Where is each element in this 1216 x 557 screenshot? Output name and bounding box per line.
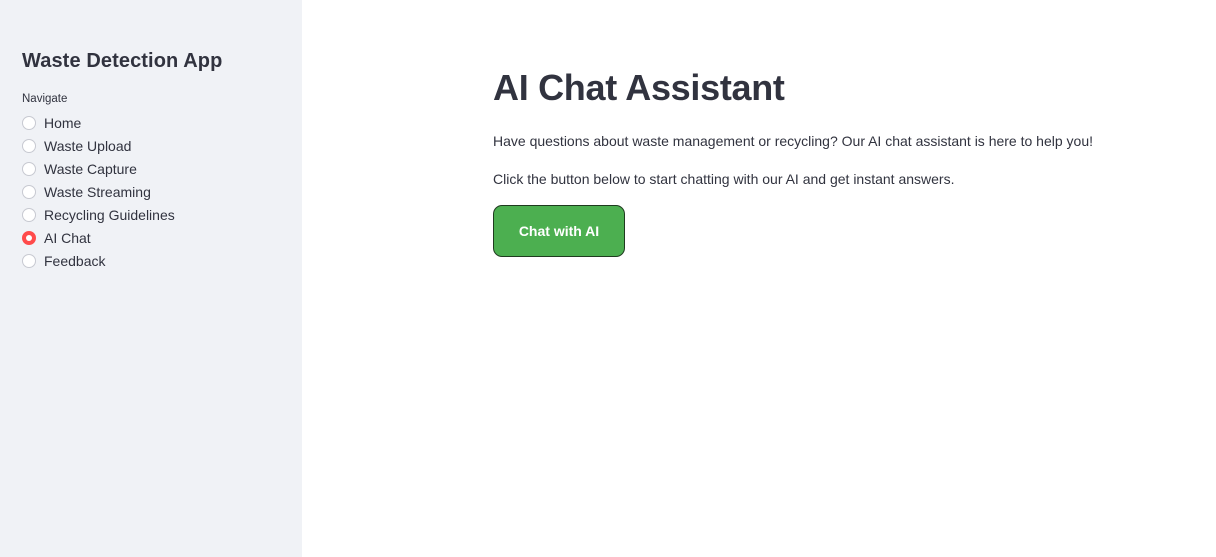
sidebar-title: Waste Detection App <box>22 50 223 72</box>
nav-item-label: Home <box>44 114 82 131</box>
nav-item-label: Waste Upload <box>44 137 132 154</box>
content-block: AI Chat Assistant Have questions about w… <box>493 66 1133 258</box>
nav-item-waste-upload[interactable]: Waste Upload <box>22 134 280 157</box>
radio-button-icon[interactable] <box>22 138 36 153</box>
radio-button-icon[interactable] <box>22 253 36 268</box>
nav-item-label: Feedback <box>44 252 106 269</box>
nav-item-label: Waste Capture <box>44 160 137 177</box>
sidebar: Waste Detection App Navigate Home Waste … <box>0 0 302 557</box>
nav-item-ai-chat[interactable]: AI Chat <box>22 226 280 249</box>
main-content: AI Chat Assistant Have questions about w… <box>302 0 1216 557</box>
page-title: AI Chat Assistant <box>493 67 785 108</box>
intro-paragraph: Have questions about waste management or… <box>493 133 1093 150</box>
radio-button-icon[interactable] <box>22 161 36 176</box>
nav-label: Navigate <box>22 93 68 105</box>
nav-item-label: AI Chat <box>44 229 91 246</box>
nav-item-home[interactable]: Home <box>22 111 280 134</box>
radio-button-icon[interactable] <box>22 207 36 222</box>
nav-item-recycling-guidelines[interactable]: Recycling Guidelines <box>22 203 280 226</box>
radio-button-icon[interactable] <box>22 115 36 130</box>
nav-radio-group: Home Waste Upload Waste Capture Waste St… <box>22 111 280 272</box>
app-root: Waste Detection App Navigate Home Waste … <box>0 0 1216 557</box>
nav-item-waste-capture[interactable]: Waste Capture <box>22 157 280 180</box>
nav-item-waste-streaming[interactable]: Waste Streaming <box>22 180 280 203</box>
radio-button-selected-icon[interactable] <box>22 230 36 245</box>
nav-item-label: Waste Streaming <box>44 183 151 200</box>
instruction-paragraph: Click the button below to start chatting… <box>493 170 955 187</box>
nav-item-feedback[interactable]: Feedback <box>22 249 280 272</box>
radio-button-icon[interactable] <box>22 184 36 199</box>
chat-with-ai-button[interactable]: Chat with AI <box>493 205 625 258</box>
nav-item-label: Recycling Guidelines <box>44 206 175 223</box>
